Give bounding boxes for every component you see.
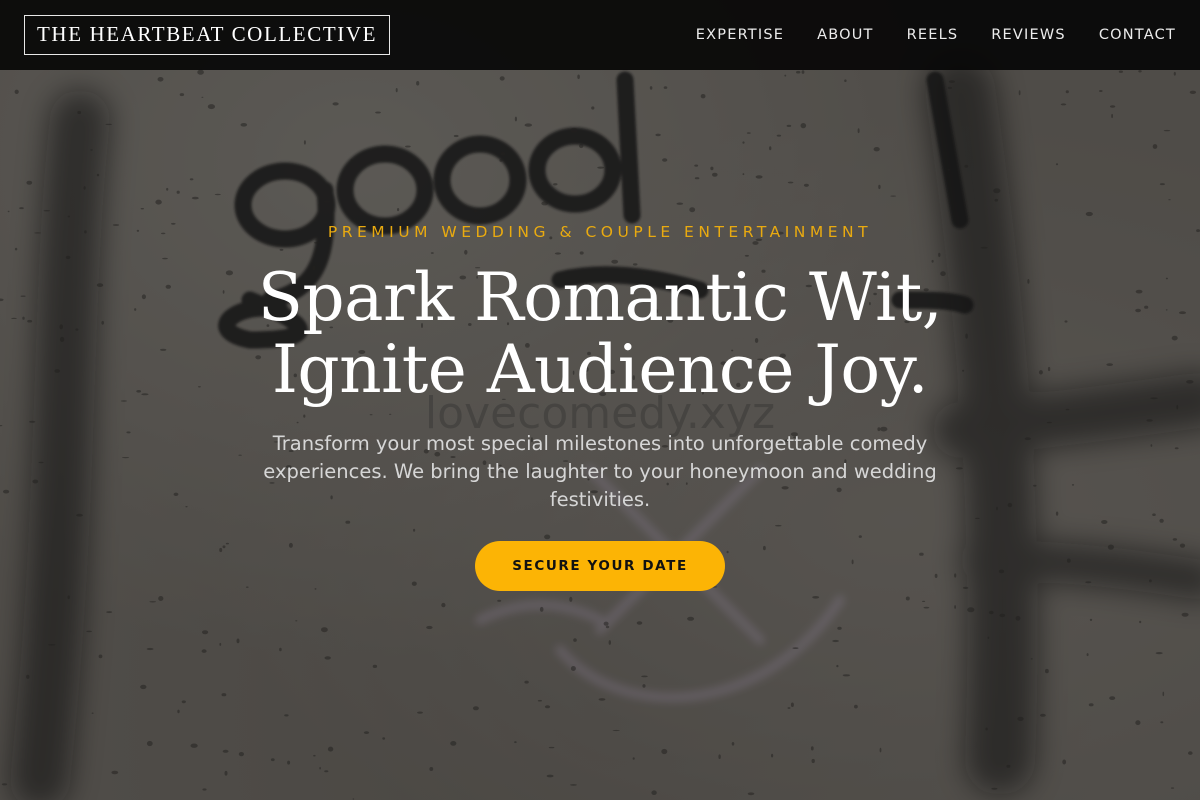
hero-section: PREMIUM WEDDING & COUPLE ENTERTAINMENT S… <box>0 0 1200 800</box>
nav-link-expertise[interactable]: EXPERTISE <box>696 27 784 43</box>
nav-link-reviews[interactable]: REVIEWS <box>991 27 1066 43</box>
nav-link-reels[interactable]: REELS <box>907 27 959 43</box>
nav-link-about[interactable]: ABOUT <box>817 27 874 43</box>
main-nav: EXPERTISE ABOUT REELS REVIEWS CONTACT <box>696 27 1176 43</box>
site-logo[interactable]: THE HEARTBEAT COLLECTIVE <box>24 15 391 55</box>
hero-headline-line-2: Ignite Audience Joy. <box>271 331 929 408</box>
hero-eyebrow: PREMIUM WEDDING & COUPLE ENTERTAINMENT <box>327 223 873 241</box>
hero-headline: Spark Romantic Wit, Ignite Audience Joy. <box>0 262 1200 406</box>
site-header: THE HEARTBEAT COLLECTIVE EXPERTISE ABOUT… <box>0 0 1200 70</box>
secure-your-date-button[interactable]: SECURE YOUR DATE <box>475 541 725 591</box>
nav-link-contact[interactable]: CONTACT <box>1099 27 1176 43</box>
hero-headline-line-1: Spark Romantic Wit, <box>257 259 943 336</box>
hero-subtext: Transform your most special milestones i… <box>263 432 937 511</box>
